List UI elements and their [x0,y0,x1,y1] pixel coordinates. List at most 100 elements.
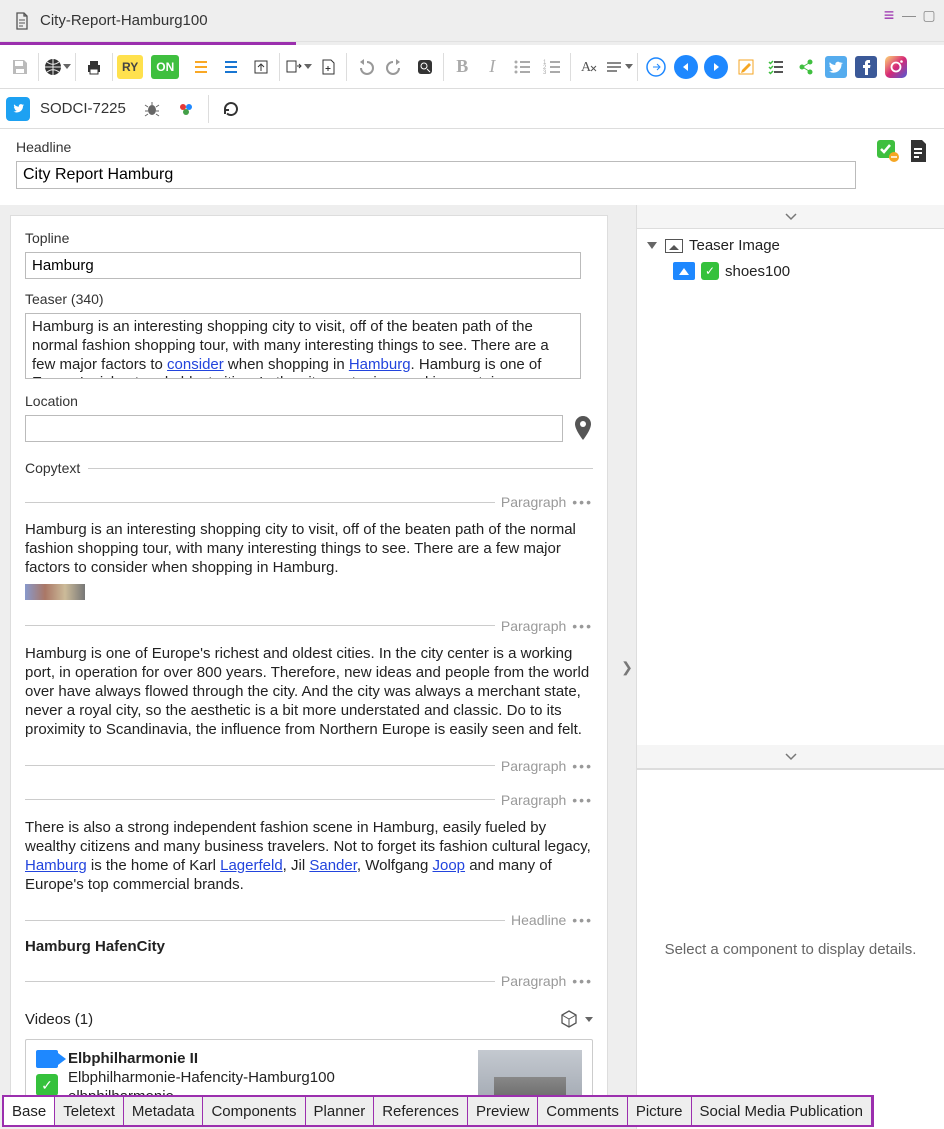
paragraph-style-button[interactable] [605,53,633,81]
globe-button[interactable] [43,53,71,81]
right-panel-collapse-top[interactable] [637,205,944,229]
image-name: shoes100 [725,263,790,280]
chevron-right-icon: ❯ [621,659,633,676]
tab-planner[interactable]: Planner [306,1097,375,1125]
tree-node-teaser-image[interactable]: Teaser Image [647,237,934,254]
paragraph-label: Paragraph [501,758,566,774]
paragraph-2[interactable]: Hamburg is one of Europe's richest and o… [25,644,593,740]
splitter-handle[interactable]: ❯ [618,205,636,1129]
italic-button[interactable]: I [478,53,506,81]
tree-item-image[interactable]: ✓ shoes100 [673,262,934,280]
tab-comments[interactable]: Comments [538,1097,628,1125]
teaser-link-consider[interactable]: consider [167,356,224,373]
teaser-link-hamburg[interactable]: Hamburg [349,356,411,373]
link-sander[interactable]: Sander [309,857,357,874]
tab-picture[interactable]: Picture [628,1097,692,1125]
bold-button[interactable]: B [448,53,476,81]
paragraph-menu-icon[interactable]: ••• [572,912,593,928]
redo-button[interactable] [381,53,409,81]
status-ry-badge[interactable]: RY [117,55,143,79]
twitter-button[interactable] [822,53,850,81]
svg-text:A: A [581,60,592,75]
image-group-icon [665,239,683,253]
right-panel-collapse-bottom[interactable] [637,745,944,769]
refresh-button[interactable] [217,95,245,123]
headline-block-label: Headline [511,912,566,928]
expand-triangle-icon[interactable] [647,242,657,249]
link-lagerfeld[interactable]: Lagerfeld [220,857,283,874]
paragraph-menu-icon[interactable]: ••• [572,758,593,774]
copy-out-button[interactable] [284,53,312,81]
video-title: Elbphilharmonie II [68,1050,468,1067]
teaser-image-label: Teaser Image [689,237,780,254]
share-button[interactable] [792,53,820,81]
paragraph-label: Paragraph [501,792,566,808]
status-on-badge[interactable]: ON [151,55,179,79]
minimize-button[interactable]: — [902,8,916,22]
copytext-label: Copytext [25,460,80,476]
subheadline[interactable]: Hamburg HafenCity [25,938,593,955]
validation-ok-icon[interactable] [876,139,900,163]
clear-format-button[interactable]: A [575,53,603,81]
tab-metadata[interactable]: Metadata [124,1097,204,1125]
twitter-badge-icon [6,97,30,121]
tab-preview[interactable]: Preview [468,1097,538,1125]
teaser-textarea[interactable]: Hamburg is an interesting shopping city … [25,313,581,379]
list-blue-icon[interactable] [217,53,245,81]
link-joop[interactable]: Joop [433,857,466,874]
teaser-label: Teaser (340) [25,291,593,307]
menu-icon[interactable]: ≡ [882,8,896,22]
location-input[interactable] [25,415,563,442]
picture-icon [673,262,695,280]
maximize-button[interactable]: ▢ [922,8,936,22]
tab-references[interactable]: References [374,1097,468,1125]
bullet-list-button[interactable] [508,53,536,81]
headline-label: Headline [16,139,864,155]
save-button[interactable] [6,53,34,81]
undo-button[interactable] [351,53,379,81]
find-button[interactable] [411,53,439,81]
new-doc-button[interactable] [314,53,342,81]
location-label: Location [25,393,593,409]
bug-icon[interactable] [138,95,166,123]
facebook-button[interactable] [852,53,880,81]
paragraph-menu-icon[interactable]: ••• [572,494,593,510]
export-doc-icon[interactable] [908,139,928,163]
document-icon [14,12,30,30]
instagram-button[interactable] [882,53,910,81]
paragraph-1[interactable]: Hamburg is an interesting shopping city … [25,520,593,578]
video-subtitle: Elbphilharmonie-Hafencity-Hamburg100 [68,1069,468,1086]
paragraph-label: Paragraph [501,618,566,634]
tab-base[interactable]: Base [4,1097,55,1125]
videos-component-menu[interactable] [559,1009,593,1029]
paragraph-3[interactable]: There is also a strong independent fashi… [25,818,593,895]
location-pin-icon[interactable] [573,416,593,442]
detail-placeholder: Select a component to display details. [637,769,944,1129]
list-orange-icon[interactable] [187,53,215,81]
checklist-button[interactable] [762,53,790,81]
edit-note-button[interactable] [732,53,760,81]
numbered-list-button[interactable]: 123 [538,53,566,81]
status-ok-icon: ✓ [36,1074,58,1096]
print-button[interactable] [80,53,108,81]
goto-button[interactable] [642,53,670,81]
nav-forward-button[interactable] [702,53,730,81]
nav-back-button[interactable] [672,53,700,81]
tab-social-media-publication[interactable]: Social Media Publication [692,1097,872,1125]
topline-input[interactable] [25,252,581,279]
inline-image-thumb[interactable] [25,584,85,600]
headline-input[interactable] [16,161,856,189]
tab-teletext[interactable]: Teletext [55,1097,124,1125]
paragraph-label: Paragraph [501,973,566,989]
upload-icon[interactable] [247,53,275,81]
paragraph-menu-icon[interactable]: ••• [572,973,593,989]
paragraph-menu-icon[interactable]: ••• [572,618,593,634]
link-hamburg[interactable]: Hamburg [25,857,87,874]
tab-components[interactable]: Components [203,1097,305,1125]
secondary-toolbar: SODCI-7225 [0,89,944,129]
color-circles-icon[interactable] [172,95,200,123]
paragraph-menu-icon[interactable]: ••• [572,792,593,808]
window-title: City-Report-Hamburg100 [40,12,208,29]
video-icon [36,1050,58,1068]
main-toolbar: RY ON B I 123 A [0,45,944,89]
